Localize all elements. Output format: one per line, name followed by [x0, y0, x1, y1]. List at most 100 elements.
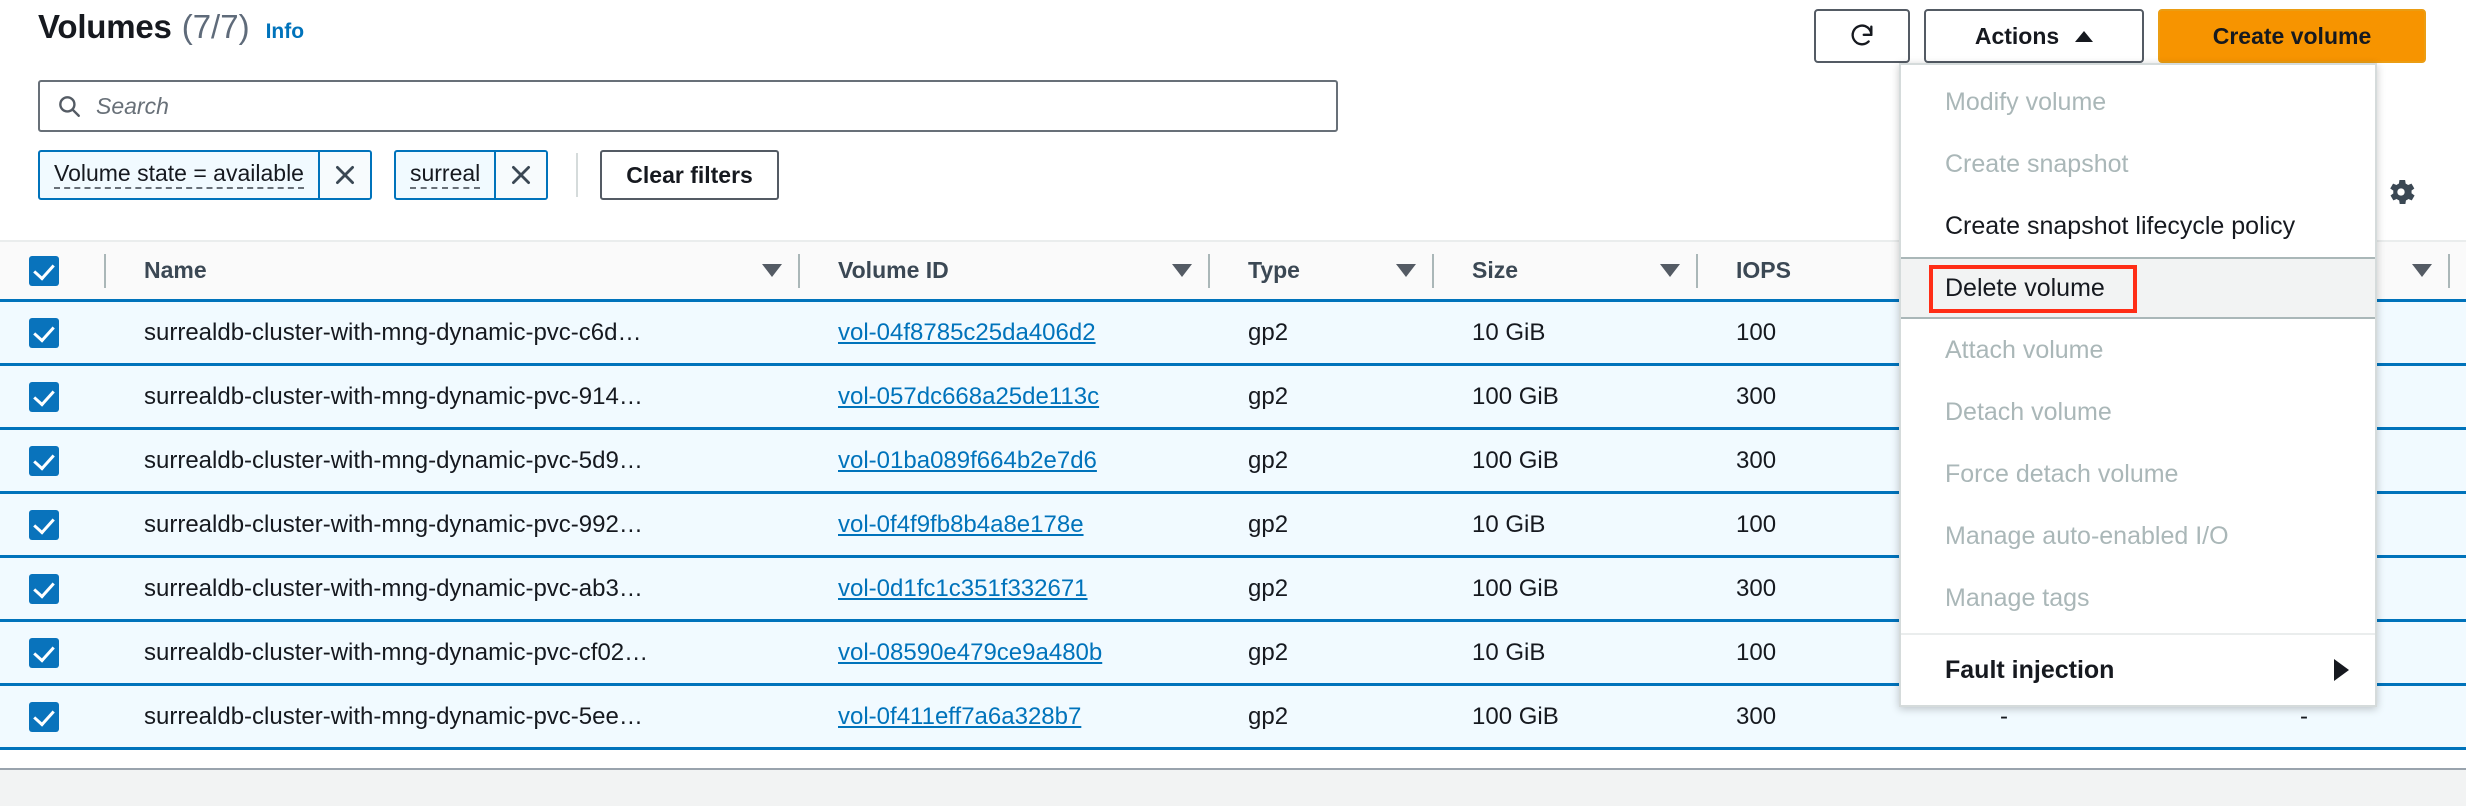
row-spacer — [104, 316, 106, 350]
cell-volume-id: vol-057dc668a25de113c — [816, 365, 1192, 429]
menu-item-delete-volume[interactable]: Delete volume — [1901, 257, 2375, 319]
row-spacer — [798, 572, 800, 606]
menu-item-detach-volume: Detach volume — [1901, 381, 2375, 443]
cell-volume-id: vol-01ba089f664b2e7d6 — [816, 429, 1192, 493]
row-spacer — [1208, 380, 1210, 414]
preferences-button[interactable] — [2384, 175, 2418, 214]
column-divider — [2448, 254, 2450, 288]
sort-icon[interactable] — [762, 264, 782, 277]
clear-filters-button[interactable]: Clear filters — [600, 150, 779, 200]
filter-chip-volume-state[interactable]: Volume state = available — [38, 150, 372, 200]
select-all-cell — [0, 256, 88, 286]
column-header-size[interactable]: Size — [1450, 240, 1680, 302]
row-checkbox[interactable] — [29, 318, 59, 348]
row-spacer — [1696, 444, 1698, 478]
row-spacer — [1696, 380, 1698, 414]
actions-dropdown-button[interactable]: Actions — [1924, 9, 2144, 63]
column-header-name[interactable]: Name — [122, 240, 782, 302]
row-select-cell — [0, 638, 88, 668]
cell-type: gp2 — [1226, 621, 1416, 685]
menu-item-create-snapshot-lifecycle-policy[interactable]: Create snapshot lifecycle policy — [1901, 195, 2375, 257]
cell-name: surrealdb-cluster-with-mng-dynamic-pvc-5… — [122, 429, 782, 493]
create-volume-label: Create volume — [2213, 23, 2372, 50]
column-divider — [1696, 254, 1698, 288]
cell-name: surrealdb-cluster-with-mng-dynamic-pvc-c… — [122, 301, 782, 365]
filter-chip-label[interactable]: surreal — [396, 152, 494, 198]
row-spacer — [1208, 572, 1210, 606]
row-spacer — [798, 700, 800, 734]
menu-item-label: Modify volume — [1945, 88, 2106, 117]
menu-item-label: Create snapshot lifecycle policy — [1945, 212, 2295, 241]
actions-button-label: Actions — [1975, 23, 2059, 50]
clear-filters-label: Clear filters — [626, 162, 753, 189]
refresh-icon — [1848, 22, 1876, 50]
cell-name: surrealdb-cluster-with-mng-dynamic-pvc-a… — [122, 557, 782, 621]
filter-divider — [576, 153, 578, 197]
volume-id-link[interactable]: vol-0d1fc1c351f332671 — [838, 575, 1088, 603]
row-checkbox[interactable] — [29, 382, 59, 412]
select-all-checkbox[interactable] — [29, 256, 59, 286]
sort-icon[interactable] — [2412, 264, 2432, 277]
row-select-cell — [0, 702, 88, 732]
row-spacer — [1432, 444, 1434, 478]
row-spacer — [104, 380, 106, 414]
search-input[interactable]: Search — [38, 80, 1338, 132]
menu-item-fault-injection[interactable]: Fault injection — [1901, 639, 2375, 701]
menu-item-label: Fault injection — [1945, 656, 2114, 685]
sort-icon[interactable] — [1660, 264, 1680, 277]
cell-name: surrealdb-cluster-with-mng-dynamic-pvc-9… — [122, 365, 782, 429]
menu-item-attach-volume: Attach volume — [1901, 319, 2375, 381]
sort-icon[interactable] — [1396, 264, 1416, 277]
cell-volume-id: vol-04f8785c25da406d2 — [816, 301, 1192, 365]
row-spacer — [798, 636, 800, 670]
column-divider — [1208, 254, 1210, 288]
volume-id-link[interactable]: vol-01ba089f664b2e7d6 — [838, 447, 1097, 475]
column-header-type[interactable]: Type — [1226, 240, 1416, 302]
create-volume-button[interactable]: Create volume — [2158, 9, 2426, 63]
menu-item-force-detach-volume: Force detach volume — [1901, 443, 2375, 505]
volume-id-link[interactable]: vol-08590e479ce9a480b — [838, 639, 1102, 667]
filter-chip-text: surreal — [410, 161, 480, 189]
cell-size: 10 GiB — [1450, 621, 1680, 685]
sort-icon[interactable] — [1172, 264, 1192, 277]
filter-chip-remove-button[interactable] — [318, 152, 370, 198]
row-checkbox[interactable] — [29, 574, 59, 604]
volume-id-link[interactable]: vol-057dc668a25de113c — [838, 383, 1099, 411]
cell-size: 100 GiB — [1450, 685, 1680, 749]
row-checkbox[interactable] — [29, 638, 59, 668]
volume-id-link[interactable]: vol-04f8785c25da406d2 — [838, 319, 1096, 347]
cell-type: gp2 — [1226, 429, 1416, 493]
filter-chip-remove-button[interactable] — [494, 152, 546, 198]
filter-chip-text: Volume state = available — [54, 161, 304, 189]
cell-size: 10 GiB — [1450, 493, 1680, 557]
row-checkbox[interactable] — [29, 510, 59, 540]
row-spacer — [1208, 508, 1210, 542]
volume-id-link[interactable]: vol-0f411eff7a6a328b7 — [838, 703, 1081, 731]
row-spacer — [798, 316, 800, 350]
column-header-label: Volume ID — [838, 257, 949, 284]
row-spacer — [1696, 316, 1698, 350]
row-spacer — [1432, 508, 1434, 542]
refresh-button[interactable] — [1814, 9, 1910, 63]
column-header-label: Size — [1472, 257, 1518, 284]
column-header-label: Type — [1248, 257, 1300, 284]
menu-item-label: Manage auto-enabled I/O — [1945, 522, 2229, 551]
cell-name: surrealdb-cluster-with-mng-dynamic-pvc-5… — [122, 685, 782, 749]
page-header: Volumes (7/7) Info Actions Create volume — [0, 0, 2466, 72]
row-checkbox[interactable] — [29, 446, 59, 476]
row-select-cell — [0, 510, 88, 540]
row-checkbox[interactable] — [29, 702, 59, 732]
filter-chip-surreal[interactable]: surreal — [394, 150, 548, 200]
row-spacer — [798, 444, 800, 478]
filter-chip-label[interactable]: Volume state = available — [40, 152, 318, 198]
column-header-volume-id[interactable]: Volume ID — [816, 240, 1192, 302]
menu-item-manage-auto-enabled-i-o: Manage auto-enabled I/O — [1901, 505, 2375, 567]
row-spacer — [104, 572, 106, 606]
volume-id-link[interactable]: vol-0f4f9fb8b4a8e178e — [838, 511, 1084, 539]
row-spacer — [1696, 508, 1698, 542]
menu-item-label: Attach volume — [1945, 336, 2103, 365]
menu-item-label: Manage tags — [1945, 584, 2090, 613]
gear-icon — [2384, 175, 2418, 209]
info-link[interactable]: Info — [266, 20, 304, 44]
column-divider — [1432, 254, 1434, 288]
